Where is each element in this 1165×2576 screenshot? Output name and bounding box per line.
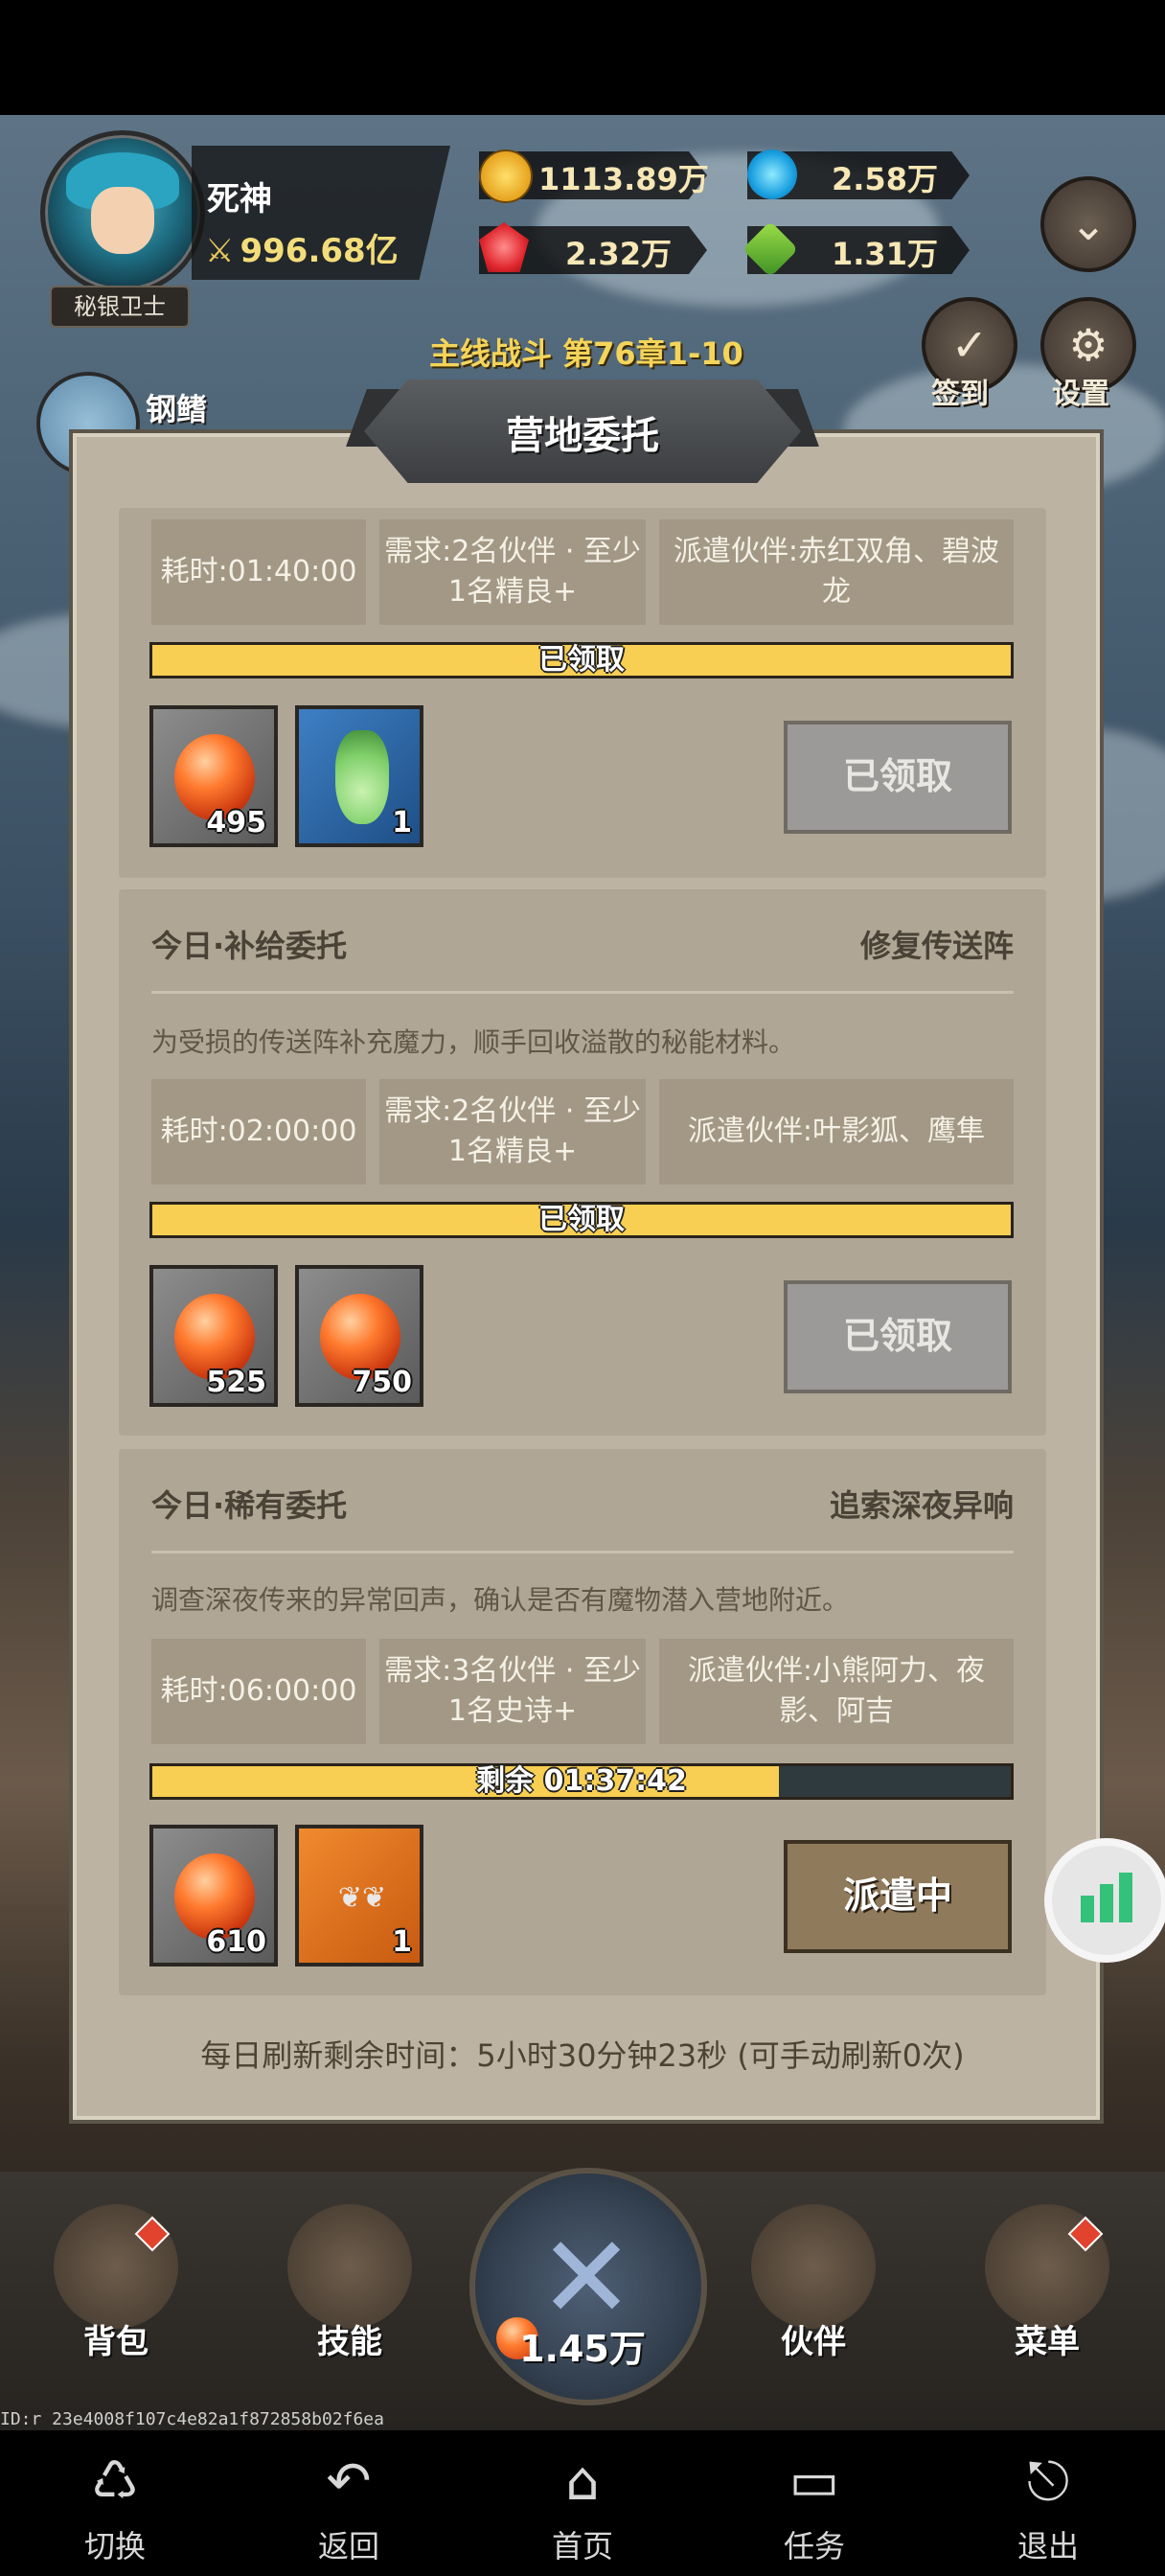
bag-label: 背包 xyxy=(83,2323,148,2361)
blue-gem-icon xyxy=(747,150,797,199)
reward-count: 610 xyxy=(206,1925,266,1959)
menu-label: 菜单 xyxy=(1015,2323,1080,2361)
mission-3-progress-bar: 剩余 01:37:42 xyxy=(149,1763,1014,1800)
mission-2-bar-text: 已领取 xyxy=(538,1203,625,1236)
mission-2-name: 修复传送阵 xyxy=(859,928,1014,964)
potion-icon xyxy=(335,730,389,824)
mission-3-dispatching-button[interactable]: 派遣中 xyxy=(784,1840,1012,1953)
mission-3-requirement: 需求:3名伙伴 · 至少1名史诗+ xyxy=(379,1639,646,1744)
battle-orb-value: 1.45万 xyxy=(519,2328,646,2370)
mission-3-partners: 派遣伙伴:小熊阿力、夜影、阿吉 xyxy=(659,1639,1014,1744)
mission-2-requirement: 需求:2名伙伴 · 至少1名精良+ xyxy=(379,1079,646,1184)
floating-stats-button[interactable] xyxy=(1044,1838,1165,1963)
device-id: ID:r 23e4008f107c4e82a1f872858b02f6ea xyxy=(0,2409,384,2429)
back-label: 返回 xyxy=(317,2528,379,2564)
back-button[interactable]: ↶ 返回 xyxy=(272,2451,425,2566)
wings-icon: ❦❦ xyxy=(337,1881,387,1915)
exit-icon: ⎋ xyxy=(1026,2450,1070,2513)
checkin-label: 签到 xyxy=(931,378,989,411)
mission-2-partners: 派遣伙伴:叶影狐、鹰隼 xyxy=(659,1079,1014,1184)
green-item-value: 1.31万 xyxy=(832,236,938,272)
mission-2-divider xyxy=(151,991,1014,994)
switch-account-icon: ♺ xyxy=(90,2450,140,2513)
chevron-down-icon: ⌄ xyxy=(1069,198,1108,250)
crossed-swords-icon: ⚔ xyxy=(205,232,235,270)
bar-chart-icon xyxy=(1081,1873,1132,1922)
red-gem-value: 2.32万 xyxy=(565,236,672,272)
rank-badge: 秘银卫士 xyxy=(50,286,190,328)
exit-label: 退出 xyxy=(1017,2528,1079,2564)
tasks-label: 任务 xyxy=(783,2528,845,2564)
dialog-title: 营地委托 xyxy=(506,414,659,458)
partners-label: 伙伴 xyxy=(781,2323,846,2361)
skills-label: 技能 xyxy=(317,2323,382,2361)
back-arrow-icon: ↶ xyxy=(326,2450,372,2513)
partners-button[interactable] xyxy=(751,2204,876,2329)
mission-2-description: 为受损的传送阵补充魔力，顺手回收溢散的秘能材料。 xyxy=(151,1026,796,1058)
collapse-button[interactable]: ⌄ xyxy=(1040,176,1136,272)
gold-coin-icon xyxy=(479,150,533,203)
mission-3-bar-text: 剩余 01:37:42 xyxy=(476,1764,687,1798)
mission-1-progress-bar: 已领取 xyxy=(149,642,1014,678)
player-avatar[interactable] xyxy=(40,130,205,295)
mission-1-bar-text: 已领取 xyxy=(538,643,625,677)
switch-label: 切换 xyxy=(83,2528,146,2564)
home-icon: ⌂ xyxy=(565,2450,600,2513)
home-button[interactable]: ⌂ 首页 xyxy=(506,2451,659,2566)
mission-3-reward-1[interactable]: 610 xyxy=(149,1825,278,1966)
mission-2-progress-bar: 已领取 xyxy=(149,1202,1014,1238)
mission-3-divider xyxy=(151,1551,1014,1553)
exit-button[interactable]: ⎋ 退出 xyxy=(971,2451,1125,2566)
reward-count: 1 xyxy=(392,806,412,840)
tasks-icon: ▭ xyxy=(788,2450,840,2513)
mission-2-reward-1[interactable]: 525 xyxy=(149,1265,278,1407)
mission-3-name: 追索深夜异响 xyxy=(829,1487,1014,1524)
tasks-button[interactable]: ▭ 任务 xyxy=(738,2451,891,2566)
mission-2-time: 耗时:02:00:00 xyxy=(151,1079,366,1184)
combat-power: ⚔ 996.68亿 xyxy=(205,224,399,271)
settings-label: 设置 xyxy=(1052,378,1109,411)
mission-2-reward-2[interactable]: 750 xyxy=(295,1265,423,1407)
skills-button[interactable] xyxy=(287,2204,412,2329)
mission-3-time: 耗时:06:00:00 xyxy=(151,1639,366,1744)
mission-2-claimed-button[interactable]: 已领取 xyxy=(784,1280,1012,1393)
ally-name: 钢鳍 xyxy=(146,391,208,427)
reward-count: 1 xyxy=(392,1925,412,1959)
mission-1-time: 耗时:01:40:00 xyxy=(151,519,366,625)
reward-count: 525 xyxy=(206,1366,266,1399)
blue-gem-value: 2.58万 xyxy=(832,161,938,197)
mission-1-reward-1[interactable]: 495 xyxy=(149,705,278,847)
mission-3-reward-2[interactable]: ❦❦ 1 xyxy=(295,1825,423,1966)
mission-3-description: 调查深夜传来的异常回声，确认是否有魔物潜入营地附近。 xyxy=(151,1584,850,1616)
reward-count: 750 xyxy=(352,1366,412,1399)
mission-2-type: 今日·补给委托 xyxy=(151,928,348,964)
home-label: 首页 xyxy=(551,2528,613,2564)
reward-count: 495 xyxy=(206,806,266,840)
player-name: 死神 xyxy=(207,180,272,218)
mission-1-claimed-button[interactable]: 已领取 xyxy=(784,721,1012,834)
mission-1-partners: 派遣伙伴:赤红双角、碧波龙 xyxy=(659,519,1014,625)
daily-refresh-text: 每日刷新剩余时间：5小时30分钟23秒 (可手动刷新0次) xyxy=(200,2037,965,2074)
gold-value: 1113.89万 xyxy=(538,161,709,197)
mission-3-type: 今日·稀有委托 xyxy=(151,1487,348,1524)
stage-label: 主线战斗 第76章1-10 xyxy=(429,335,743,372)
switch-button[interactable]: ♺ 切换 xyxy=(38,2451,192,2566)
combat-power-value: 996.68亿 xyxy=(240,232,399,270)
mission-1-reward-2[interactable]: 1 xyxy=(295,705,423,847)
mission-1-requirement: 需求:2名伙伴 · 至少1名精良+ xyxy=(379,519,646,625)
